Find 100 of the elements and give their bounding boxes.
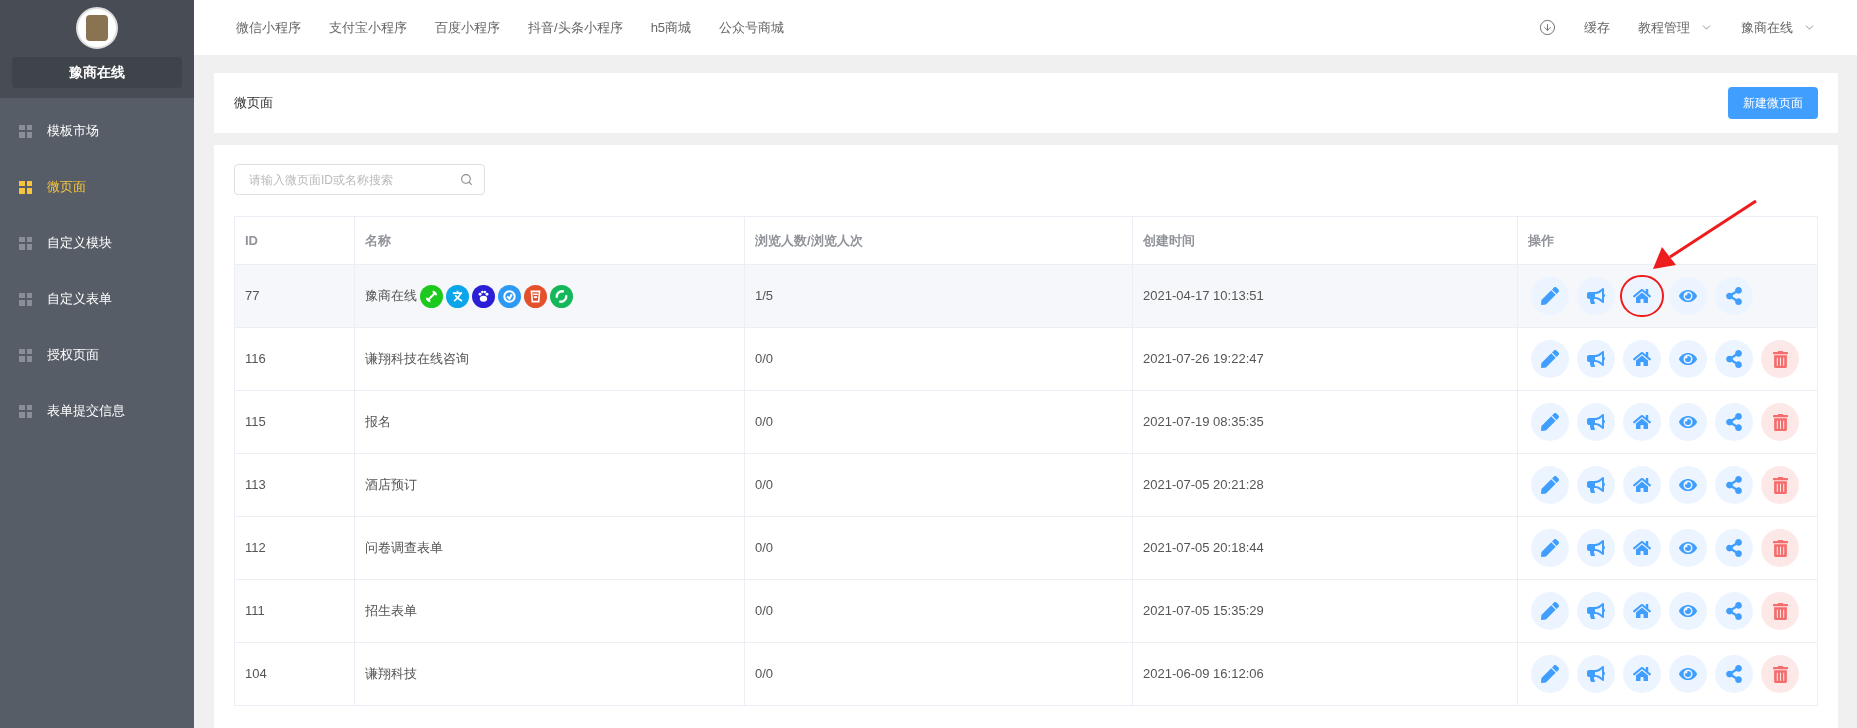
grid-icon [19, 292, 32, 306]
table-cell: 0/0 [744, 516, 1133, 580]
share-button[interactable] [1715, 466, 1753, 504]
table-cell: 0/0 [744, 453, 1133, 517]
table-cell: 111 [234, 579, 355, 643]
sidebar-item[interactable]: 模板市场 [0, 103, 194, 159]
delete-button[interactable] [1761, 655, 1799, 693]
nav-link[interactable]: h5商城 [650, 17, 692, 38]
sidebar-item[interactable]: 授权页面 [0, 327, 194, 383]
search-icon[interactable] [460, 173, 473, 186]
page-name: 报名 [365, 413, 391, 432]
delete-button[interactable] [1761, 466, 1799, 504]
share-button[interactable] [1715, 277, 1753, 315]
pencil-button[interactable] [1531, 403, 1569, 441]
nav-link[interactable]: 支付宝小程序 [329, 17, 407, 38]
table-cell: 0/0 [744, 327, 1133, 391]
pencil-button[interactable] [1531, 340, 1569, 378]
trash-icon [1771, 413, 1789, 431]
column-header: 名称 [354, 216, 745, 265]
sidebar-item[interactable]: 自定义表单 [0, 271, 194, 327]
table-row[interactable]: 116 谦翔科技在线咨询 0/0 2021-07-26 19:22:47 [234, 327, 1818, 391]
download-icon[interactable] [1539, 19, 1556, 36]
table-cell: 2021-07-05 20:21:28 [1132, 453, 1518, 517]
table-row[interactable]: 112 问卷调查表单 0/0 2021-07-05 20:18:44 [234, 516, 1818, 580]
home-icon [1633, 413, 1651, 431]
pencil-icon [1541, 413, 1559, 431]
nav-link[interactable]: 百度小程序 [435, 17, 500, 38]
table-row[interactable]: 111 招生表单 0/0 2021-07-05 15:35:29 [234, 579, 1818, 643]
megaphone-button[interactable] [1577, 655, 1615, 693]
table-cell: 116 [234, 327, 355, 391]
megaphone-button[interactable] [1577, 277, 1615, 315]
table-cell: 112 [234, 516, 355, 580]
pencil-icon [1541, 287, 1559, 305]
table-row[interactable]: 113 酒店预订 0/0 2021-07-05 20:21:28 [234, 453, 1818, 517]
home-button[interactable] [1623, 655, 1661, 693]
share-button[interactable] [1715, 529, 1753, 567]
table-cell: 115 [234, 390, 355, 454]
megaphone-button[interactable] [1577, 466, 1615, 504]
nav-link[interactable]: 抖音/头条小程序 [528, 17, 623, 38]
megaphone-icon [1587, 476, 1605, 494]
delete-button[interactable] [1761, 403, 1799, 441]
share-button[interactable] [1715, 655, 1753, 693]
home-button[interactable] [1623, 466, 1661, 504]
sidebar-item[interactable]: 微页面 [0, 159, 194, 215]
eye-button[interactable] [1669, 403, 1707, 441]
grid-icon [19, 180, 32, 194]
page-name: 招生表单 [365, 602, 417, 621]
column-header: 创建时间 [1132, 216, 1518, 265]
eye-icon [1679, 665, 1697, 683]
delete-button[interactable] [1761, 592, 1799, 630]
home-button[interactable] [1623, 592, 1661, 630]
megaphone-icon [1587, 413, 1605, 431]
table-cell: 0/0 [744, 642, 1133, 706]
eye-button[interactable] [1669, 466, 1707, 504]
megaphone-button[interactable] [1577, 529, 1615, 567]
sidebar-item[interactable]: 表单提交信息 [0, 383, 194, 439]
table-row[interactable]: 115 报名 0/0 2021-07-19 08:35:35 [234, 390, 1818, 454]
megaphone-button[interactable] [1577, 403, 1615, 441]
home-button[interactable] [1623, 529, 1661, 567]
nav-link[interactable]: 微信小程序 [236, 17, 301, 38]
sidebar-item[interactable]: 自定义模块 [0, 215, 194, 271]
nav-menu[interactable]: 教程管理 [1638, 17, 1713, 38]
delete-button[interactable] [1761, 340, 1799, 378]
pencil-button[interactable] [1531, 277, 1569, 315]
nav-menu[interactable]: 豫商在线 [1741, 17, 1816, 38]
delete-button[interactable] [1761, 529, 1799, 567]
share-icon [1725, 287, 1743, 305]
home-button[interactable] [1623, 403, 1661, 441]
share-button[interactable] [1715, 403, 1753, 441]
share-icon [1725, 602, 1743, 620]
nav-link[interactable]: 公众号商城 [719, 17, 785, 38]
share-icon [1725, 350, 1743, 368]
eye-button[interactable] [1669, 529, 1707, 567]
table-row[interactable]: 77 豫商在线 1/5 2021-04-17 10:13:51 [234, 264, 1818, 328]
eye-icon [1679, 539, 1697, 557]
eye-button[interactable] [1669, 592, 1707, 630]
eye-button[interactable] [1669, 655, 1707, 693]
nav-link[interactable]: 缓存 [1584, 17, 1610, 38]
column-header: 操作 [1517, 216, 1818, 265]
search-field[interactable]: 请输入微页面ID或名称搜索 [234, 164, 485, 195]
pencil-button[interactable] [1531, 655, 1569, 693]
trash-icon [1771, 602, 1789, 620]
trash-icon [1771, 350, 1789, 368]
pencil-button[interactable] [1531, 529, 1569, 567]
eye-button[interactable] [1669, 277, 1707, 315]
pencil-button[interactable] [1531, 592, 1569, 630]
megaphone-button[interactable] [1577, 340, 1615, 378]
eye-button[interactable] [1669, 340, 1707, 378]
share-icon [1725, 665, 1743, 683]
table-cell: 2021-07-19 08:35:35 [1132, 390, 1518, 454]
trash-icon [1771, 665, 1789, 683]
table-cell: 2021-07-26 19:22:47 [1132, 327, 1518, 391]
grid-icon [19, 348, 32, 362]
table-row[interactable]: 104 谦翔科技 0/0 2021-06-09 16:12:06 [234, 642, 1818, 706]
share-button[interactable] [1715, 592, 1753, 630]
share-icon [1725, 413, 1743, 431]
pencil-button[interactable] [1531, 466, 1569, 504]
megaphone-button[interactable] [1577, 592, 1615, 630]
home-button[interactable] [1623, 340, 1661, 378]
share-button[interactable] [1715, 340, 1753, 378]
